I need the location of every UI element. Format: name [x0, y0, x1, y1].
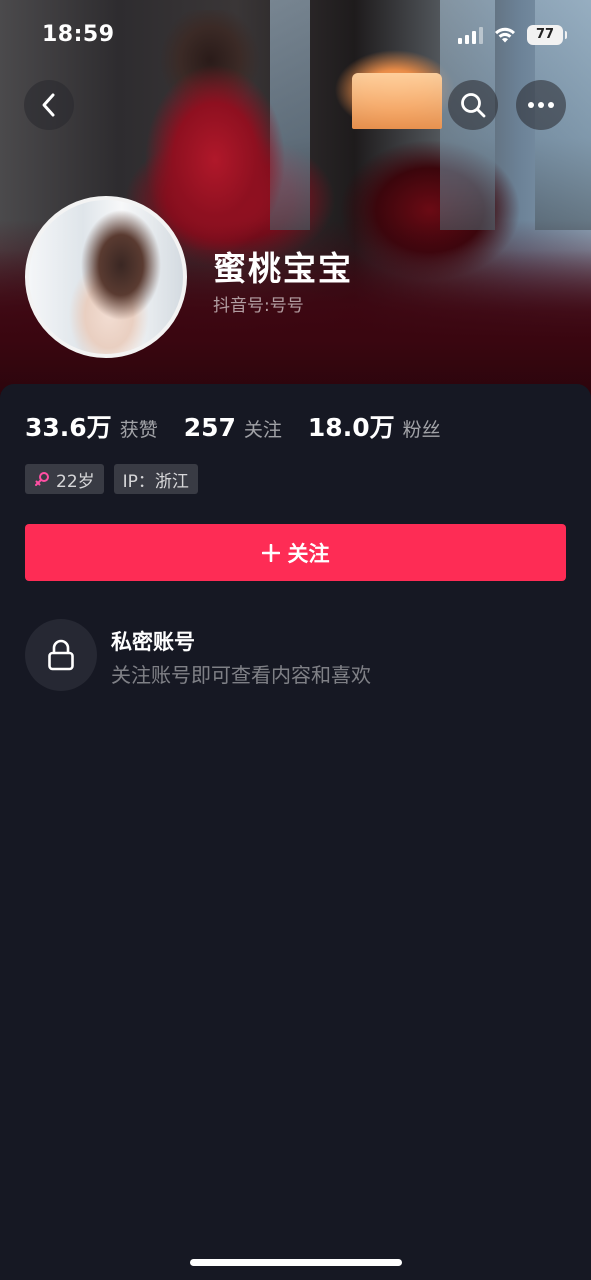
cover-lamp — [352, 73, 442, 129]
private-account-notice: 私密账号 关注账号即可查看内容和喜欢 — [25, 619, 566, 691]
profile-name: 蜜桃宝宝 — [213, 249, 353, 288]
stat-label: 关注 — [243, 419, 282, 441]
private-subtitle: 关注账号即可查看内容和喜欢 — [111, 663, 371, 687]
stat-value: 257 — [183, 413, 236, 442]
profile-tags: 22岁 IP：浙江 — [25, 464, 198, 494]
chevron-left-icon — [42, 93, 55, 117]
female-symbol-icon — [35, 472, 49, 486]
stat-followers[interactable]: 18.0万 粉丝 — [308, 408, 441, 444]
more-horizontal-icon — [528, 102, 554, 108]
status-bar: 18:59 77 — [0, 0, 591, 72]
home-indicator[interactable] — [190, 1259, 402, 1266]
private-title: 私密账号 — [111, 630, 195, 654]
plus-icon — [261, 543, 280, 562]
stat-likes[interactable]: 33.6万 获赞 — [25, 408, 158, 444]
ip-text: IP：浙江 — [122, 471, 189, 492]
wifi-icon — [495, 27, 515, 43]
status-icons: 77 — [458, 25, 567, 45]
stat-label: 粉丝 — [402, 419, 441, 441]
follow-button[interactable]: 关注 — [25, 524, 566, 581]
lock-icon — [48, 639, 74, 671]
more-button[interactable] — [516, 80, 566, 130]
follow-label: 关注 — [287, 541, 330, 566]
status-time: 18:59 — [42, 22, 115, 47]
stat-value: 33.6万 — [25, 413, 112, 442]
douyin-id[interactable]: 抖音号:号号 — [213, 291, 304, 316]
back-button[interactable] — [24, 80, 74, 130]
avatar[interactable] — [25, 196, 187, 358]
stat-value: 18.0万 — [307, 413, 395, 442]
search-icon — [461, 93, 486, 118]
profile-screen: 18:59 77 蜜桃宝宝 抖音号:号号 33.6万 获赞 257 关注 18.… — [0, 0, 591, 1280]
age-tag: 22岁 — [25, 464, 104, 494]
profile-stats: 33.6万 获赞 257 关注 18.0万 粉丝 — [25, 408, 467, 444]
battery-indicator: 77 — [527, 25, 567, 45]
stat-label: 获赞 — [119, 419, 158, 441]
ip-tag: IP：浙江 — [113, 464, 198, 494]
search-button[interactable] — [448, 80, 498, 130]
age-text: 22岁 — [56, 471, 95, 492]
cellular-signal-icon — [458, 26, 483, 44]
lock-badge — [25, 619, 97, 691]
stat-following[interactable]: 257 关注 — [184, 413, 282, 442]
content-panel — [0, 384, 591, 1280]
